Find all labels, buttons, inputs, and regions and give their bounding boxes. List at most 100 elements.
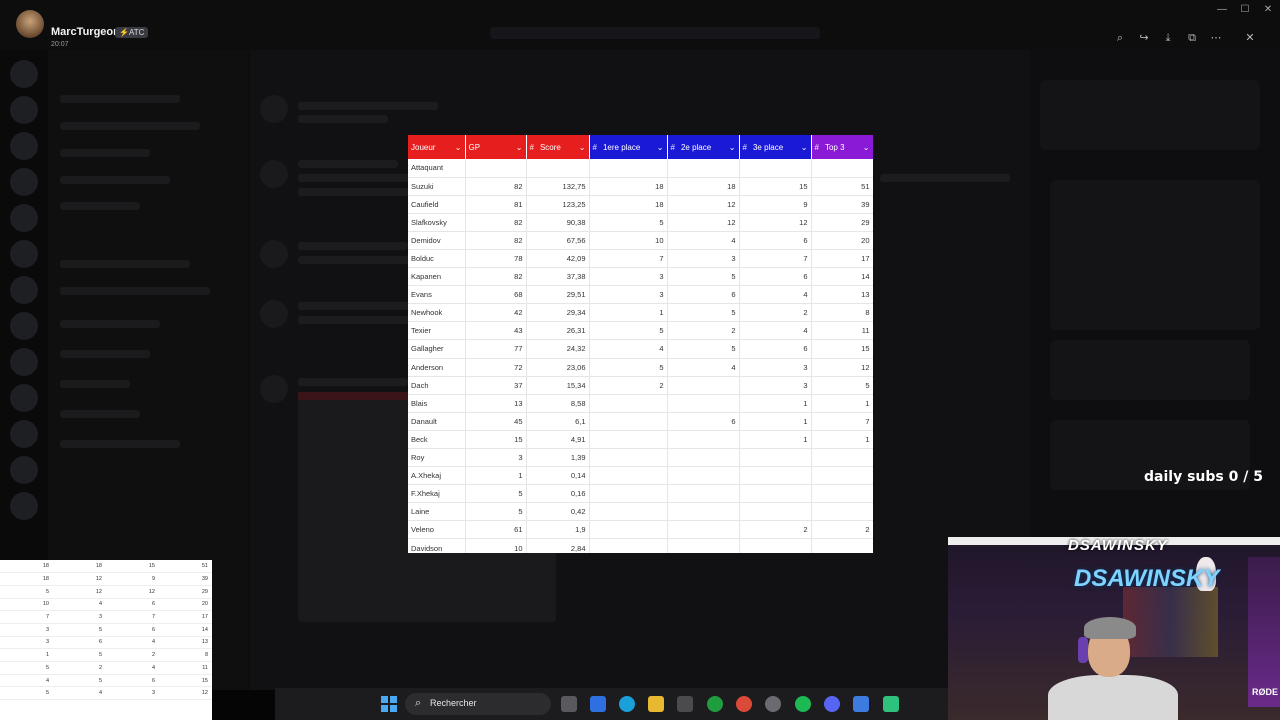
edge-icon[interactable] (619, 696, 635, 712)
stat-cell (811, 538, 873, 553)
app-icon[interactable] (853, 696, 869, 712)
stat-cell: 4 (739, 285, 812, 305)
column-header-label: 3e place (752, 142, 784, 152)
player-name-cell: Kapanen (408, 267, 466, 287)
stat-cell (589, 466, 668, 486)
author-name[interactable]: MarcTurgeon (51, 26, 120, 38)
streamer-body (1048, 675, 1178, 720)
chevron-down-icon[interactable]: ⌄ (863, 143, 870, 152)
server-icon (10, 276, 38, 304)
maximize-icon[interactable]: ☐ (1238, 4, 1252, 16)
table-row: Gallagher 77 24,32 4 5 6 15 (408, 339, 873, 359)
column-header-row: Joueur ⌄ GP ⌄ # Score ⌄ #1ere place ⌄ #2e place ⌄ #… (408, 135, 873, 159)
stat-cell: 82 (465, 213, 527, 232)
message-line (298, 102, 438, 110)
player-name-cell: Blais (408, 394, 466, 413)
stat-cell: 5 (0, 585, 53, 599)
table-row: Laine 5 0,42 (408, 502, 873, 522)
file-explorer-icon[interactable] (648, 696, 664, 712)
stat-cell: 5 (667, 339, 740, 359)
column-header[interactable]: #3e place ⌄ (739, 135, 812, 159)
stat-cell: 4 (667, 231, 740, 250)
avatar (260, 300, 288, 328)
stat-cell: 45 (465, 412, 527, 431)
stat-cell: 5 (53, 674, 106, 688)
open-external-icon[interactable]: ⧉ (1183, 31, 1201, 45)
chevron-down-icon[interactable]: ⌄ (657, 143, 664, 152)
more-icon[interactable]: ⋯ (1207, 31, 1225, 45)
stat-cell: 18 (589, 195, 668, 214)
stat-cell: 5 (0, 686, 53, 701)
chevron-down-icon[interactable]: ⌄ (579, 143, 586, 152)
author-avatar[interactable] (16, 10, 44, 38)
chevron-down-icon[interactable]: ⌄ (455, 143, 462, 152)
column-header[interactable]: # Score ⌄ (526, 135, 590, 159)
spotify-icon[interactable] (795, 696, 811, 712)
table-row: 18 12 9 39 (0, 572, 212, 586)
stat-cell: 14 (811, 267, 873, 287)
stat-cell: 6 (739, 231, 812, 250)
column-header[interactable]: Joueur ⌄ (408, 135, 466, 159)
stat-cell: 18 (0, 572, 53, 586)
stat-cell: 1 (739, 412, 812, 431)
chevron-down-icon[interactable]: ⌄ (729, 143, 736, 152)
stat-cell: 2 (667, 321, 740, 341)
copilot-icon[interactable] (590, 696, 606, 712)
xbox-icon[interactable] (707, 696, 723, 712)
stat-cell: 2 (106, 648, 159, 662)
stat-cell: 14 (159, 623, 212, 637)
close-icon[interactable]: ✕ (1241, 31, 1259, 45)
table-row: A.Xhekaj 1 0,14 (408, 466, 873, 486)
table-row: 10 4 6 20 (0, 598, 212, 612)
windows-start-icon[interactable] (381, 696, 397, 712)
stat-cell: 4 (106, 661, 159, 675)
stat-cell: 18 (53, 560, 106, 574)
channel-item (60, 176, 170, 184)
column-header[interactable]: #1ere place ⌄ (589, 135, 668, 159)
window-close-icon[interactable]: ✕ (1261, 4, 1275, 16)
stat-cell: 132,75 (526, 177, 590, 196)
server-icon (10, 60, 38, 88)
channel-item (60, 350, 150, 358)
column-header[interactable]: # Top 3 ⌄ (811, 135, 873, 159)
download-icon[interactable]: ⤓ (1159, 31, 1177, 45)
chevron-down-icon[interactable]: ⌄ (516, 143, 523, 152)
number-type-icon: # (814, 142, 819, 152)
forward-icon[interactable]: ↪ (1135, 31, 1153, 45)
stat-cell: 24,32 (526, 339, 590, 359)
stat-cell: 12 (159, 686, 212, 701)
app-icon[interactable] (883, 696, 899, 712)
taskbar-search[interactable]: ⌕ Rechercher (405, 693, 551, 715)
stat-cell: 4 (53, 686, 106, 701)
stat-cell (667, 484, 740, 504)
stat-cell: 4,91 (526, 430, 590, 450)
zoom-icon[interactable]: ⌕ (1111, 31, 1129, 45)
stat-cell: 13 (811, 285, 873, 305)
streamer-logo: DSAWINSKY (1068, 537, 1168, 554)
stat-cell (667, 430, 740, 450)
stat-cell: 6 (667, 285, 740, 305)
partial-table-body: 18 18 15 51 18 12 9 39 5 12 12 29 10 4 6 20 7 3 7 17 3 5 6 14 3 6… (0, 560, 212, 701)
screen: MarcTurgeon ⚡ATC 20:07 — ☐ ✕ ⌕ ↪ ⤓ ⧉ ⋯ ✕… (0, 0, 1280, 720)
table-row: Davidson 10 2,84 (408, 538, 873, 553)
task-view-icon[interactable] (561, 696, 577, 712)
discord-icon[interactable] (824, 696, 840, 712)
stat-cell: 51 (159, 560, 212, 574)
player-name-cell: F.Xhekaj (408, 484, 466, 504)
player-name-cell: Veleno (408, 520, 466, 540)
chevron-down-icon[interactable]: ⌄ (801, 143, 808, 152)
player-name-cell: Danault (408, 412, 466, 431)
server-icon (10, 420, 38, 448)
stat-cell: 11 (159, 661, 212, 675)
stat-cell (811, 484, 873, 504)
minimize-icon[interactable]: — (1215, 4, 1229, 16)
store-icon[interactable] (677, 696, 693, 712)
chrome-icon[interactable] (736, 696, 752, 712)
panel-card (1040, 80, 1260, 150)
column-header[interactable]: #2e place ⌄ (667, 135, 740, 159)
stat-cell: 4 (106, 636, 159, 650)
stat-cell: 6 (106, 674, 159, 688)
column-header[interactable]: GP ⌄ (465, 135, 527, 159)
panel-card (1050, 340, 1250, 400)
obs-icon[interactable] (765, 696, 781, 712)
